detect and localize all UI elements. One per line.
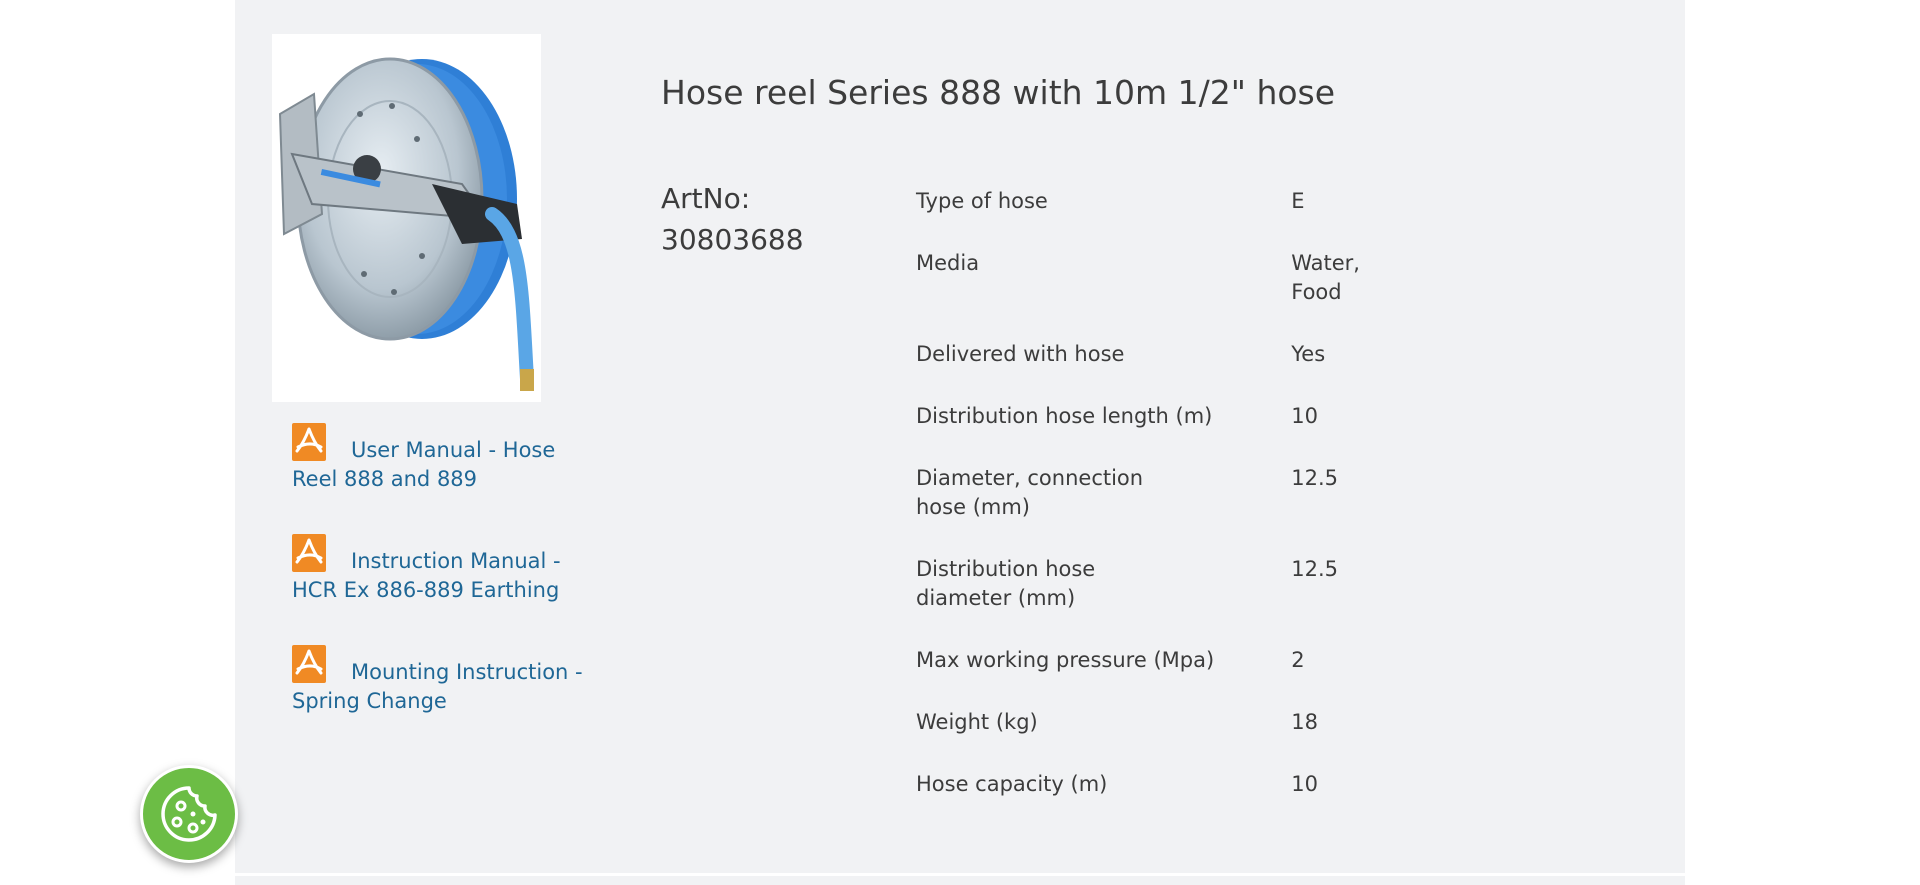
spec-value: 12.5	[1291, 557, 1338, 581]
spec-table: Type of hose E Media Water, Food Deliver…	[916, 187, 1386, 799]
spec-value: Yes	[1291, 342, 1326, 366]
spec-row: Diameter, connection hose (mm) 12.5	[916, 464, 1386, 522]
spec-label: Media	[916, 251, 980, 275]
spec-label: Max working pressure (Mpa)	[916, 648, 1215, 672]
spec-row: Type of hose E	[916, 187, 1386, 216]
spec-value: 2	[1291, 648, 1305, 672]
pdf-icon	[292, 423, 326, 461]
spec-label: Distribution hose length (m)	[916, 404, 1213, 428]
spec-label: Weight (kg)	[916, 710, 1038, 734]
spec-value: 18	[1291, 710, 1318, 734]
pdf-icon	[292, 645, 326, 683]
product-image	[272, 34, 541, 402]
doc-link-instruction-manual[interactable]: Instruction Manual - HCR Ex 886-889 Eart…	[292, 534, 607, 605]
pdf-icon	[292, 534, 326, 572]
spec-value: 12.5	[1291, 466, 1338, 490]
spec-row: Hose capacity (m) 10	[916, 770, 1386, 799]
doc-link-mounting-instruction[interactable]: Mounting Instruction - Spring Change	[292, 645, 607, 716]
artno-value: 30803688	[661, 223, 804, 256]
spec-row: Weight (kg) 18	[916, 708, 1386, 737]
spec-label: Hose capacity (m)	[916, 772, 1108, 796]
product-title: Hose reel Series 888 with 10m 1/2" hose	[661, 73, 1336, 112]
spec-row: Max working pressure (Mpa) 2	[916, 646, 1386, 675]
spec-row: Distribution hose diameter (mm) 12.5	[916, 555, 1386, 613]
artno-label: ArtNo:	[661, 182, 751, 215]
spec-row: Media Water, Food	[916, 249, 1386, 307]
spec-value: E	[1291, 189, 1305, 213]
spec-row: Delivered with hose Yes	[916, 340, 1386, 369]
doc-link-label: Instruction Manual - HCR Ex 886-889 Eart…	[292, 549, 561, 602]
spec-label: Type of hose	[916, 189, 1048, 213]
spec-label: Delivered with hose	[916, 342, 1125, 366]
doc-link-label: User Manual - Hose Reel 888 and 889	[292, 438, 556, 491]
spec-label: Diameter, connection hose (mm)	[916, 466, 1144, 519]
spec-value: Water, Food	[1291, 251, 1360, 304]
spec-value: 10	[1291, 404, 1318, 428]
doc-link-label: Mounting Instruction - Spring Change	[292, 660, 583, 713]
spec-value: 10	[1291, 772, 1318, 796]
cookie-settings-button[interactable]	[140, 765, 238, 863]
doc-link-user-manual[interactable]: User Manual - Hose Reel 888 and 889	[292, 423, 607, 494]
divider	[235, 873, 1685, 876]
article-number: ArtNo: 30803688	[661, 178, 804, 260]
spec-row: Distribution hose length (m) 10	[916, 402, 1386, 431]
spec-label: Distribution hose diameter (mm)	[916, 557, 1096, 610]
